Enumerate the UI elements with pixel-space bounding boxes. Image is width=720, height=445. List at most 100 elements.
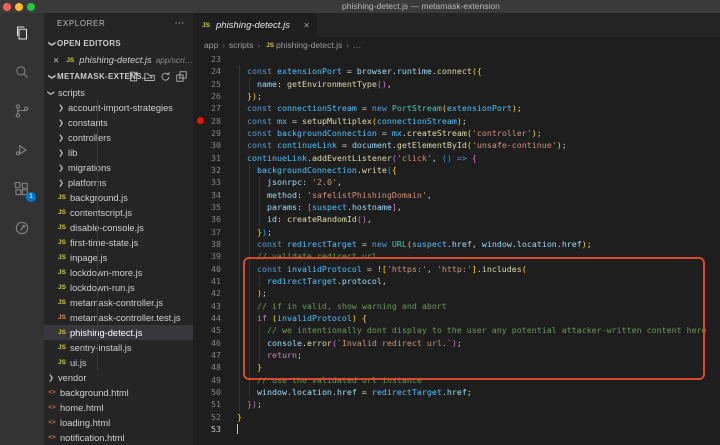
code-line-33[interactable]: 33 jsonrpc: '2.0', <box>193 176 720 188</box>
tree-item-inpage.js[interactable]: JSinpage.js <box>44 250 193 265</box>
line-number[interactable]: 44 <box>193 312 221 324</box>
code-line-50[interactable]: 50 window.location.href = redirectTarget… <box>193 386 720 398</box>
code-line-30[interactable]: 30 const continueLink = document.getElem… <box>193 139 720 151</box>
line-number[interactable]: 24 <box>193 65 221 77</box>
tree-item-lib[interactable]: ❯lib <box>44 145 193 160</box>
tree-item-lockdown-more.js[interactable]: JSlockdown-more.js <box>44 265 193 280</box>
code-line-35[interactable]: 35 params: [suspect.hostname], <box>193 201 720 213</box>
line-number[interactable]: 42 <box>193 287 221 299</box>
code-line-31[interactable]: 31 continueLink.addEventListener('click'… <box>193 152 720 164</box>
refresh-icon[interactable] <box>160 71 171 84</box>
code-line-28[interactable]: 28 const mx = setupMultiplex(connectionS… <box>193 115 720 127</box>
line-number[interactable]: 47 <box>193 349 221 361</box>
line-number[interactable]: 27 <box>193 102 221 114</box>
code-line-51[interactable]: 51 }); <box>193 398 720 410</box>
line-number[interactable]: 49 <box>193 374 221 386</box>
close-editor-icon[interactable]: ✕ <box>53 56 59 65</box>
code-line-39[interactable]: 39 // validate redirect url <box>193 250 720 262</box>
line-number[interactable]: 30 <box>193 139 221 151</box>
line-number[interactable]: 32 <box>193 164 221 176</box>
code-line-49[interactable]: 49 // use the validated url instance <box>193 374 720 386</box>
code-line-36[interactable]: 36 id: createRandomId(), <box>193 213 720 225</box>
code-line-32[interactable]: 32 backgroundConnection.write({ <box>193 164 720 176</box>
code-line-24[interactable]: 24 const extensionPort = browser.runtime… <box>193 65 720 77</box>
code-line-27[interactable]: 27 const connectionStream = new PortStre… <box>193 102 720 114</box>
line-number[interactable]: 53 <box>193 423 221 435</box>
code-line-34[interactable]: 34 method: 'safelistPhishingDomain', <box>193 189 720 201</box>
breadcrumb-item-phishing-detect.js[interactable]: JSphishing-detect.js <box>264 40 342 50</box>
tree-item-account-import-strategies[interactable]: ❯account-import-strategies <box>44 100 193 115</box>
code-line-44[interactable]: 44 if (invalidProtocol) { <box>193 312 720 324</box>
tree-item-notification.html[interactable]: <>notification.html <box>44 430 193 445</box>
line-number[interactable]: 51 <box>193 398 221 410</box>
line-number[interactable]: 50 <box>193 386 221 398</box>
line-number[interactable]: 34 <box>193 189 221 201</box>
code-line-37[interactable]: 37 }); <box>193 226 720 238</box>
workspace-section-header[interactable]: ❯ METAMASK-EXTENS... <box>44 68 193 85</box>
tree-item-metamask-controller.test.js[interactable]: JSmetamask-controller.test.js <box>44 310 193 325</box>
line-number[interactable]: 36 <box>193 213 221 225</box>
tree-item-lockdown-run.js[interactable]: JSlockdown-run.js <box>44 280 193 295</box>
code-line-41[interactable]: 41 redirectTarget.protocol, <box>193 275 720 287</box>
code-line-25[interactable]: 25 name: getEnvironmentType(), <box>193 78 720 90</box>
line-number[interactable]: 43 <box>193 300 221 312</box>
line-number[interactable]: 38 <box>193 238 221 250</box>
tree-item-loading.html[interactable]: <>loading.html <box>44 415 193 430</box>
code-line-52[interactable]: 52} <box>193 411 720 423</box>
code-line-40[interactable]: 40 const invalidProtocol = !['https:', '… <box>193 263 720 275</box>
tree-item-first-time-state.js[interactable]: JSfirst-time-state.js <box>44 235 193 250</box>
code-editor[interactable]: 2324 const extensionPort = browser.runti… <box>193 53 720 445</box>
code-line-38[interactable]: 38 const redirectTarget = new URL(suspec… <box>193 238 720 250</box>
minimize-window-icon[interactable] <box>15 3 23 11</box>
line-number[interactable]: 41 <box>193 275 221 287</box>
tab-phishing-detect[interactable]: JS phishing-detect.js ✕ <box>193 13 317 37</box>
tree-item-home.html[interactable]: <>home.html <box>44 400 193 415</box>
line-number[interactable]: 45 <box>193 324 221 336</box>
code-line-43[interactable]: 43 // if in valid, show warning and abor… <box>193 300 720 312</box>
line-number[interactable]: 25 <box>193 78 221 90</box>
line-number[interactable]: 52 <box>193 411 221 423</box>
breadcrumb-item-app[interactable]: app <box>204 40 218 50</box>
line-number[interactable]: 40 <box>193 263 221 275</box>
code-line-53[interactable]: 53 <box>193 423 720 435</box>
new-file-icon[interactable] <box>128 71 139 84</box>
tree-item-platforms[interactable]: ❯platforms <box>44 175 193 190</box>
tree-item-ui.js[interactable]: JSui.js <box>44 355 193 370</box>
close-window-icon[interactable] <box>3 3 11 11</box>
run-debug-icon[interactable] <box>0 130 44 169</box>
line-number[interactable]: 23 <box>193 53 221 65</box>
zoom-window-icon[interactable] <box>27 3 35 11</box>
open-editor-item[interactable]: ✕ JS phishing-detect.js app/scri… <box>44 52 193 68</box>
line-number[interactable]: 39 <box>193 250 221 262</box>
more-actions-icon[interactable]: ⋯ <box>174 13 185 35</box>
tree-item-controllers[interactable]: ❯controllers <box>44 130 193 145</box>
line-number[interactable]: 48 <box>193 361 221 373</box>
manage-circle-icon[interactable] <box>0 208 44 247</box>
line-number[interactable]: 37 <box>193 226 221 238</box>
tree-item-constants[interactable]: ❯constants <box>44 115 193 130</box>
code-line-23[interactable]: 23 <box>193 53 720 65</box>
search-icon[interactable] <box>0 52 44 91</box>
tree-item-sentry-install.js[interactable]: JSsentry-install.js <box>44 340 193 355</box>
code-line-48[interactable]: 48 } <box>193 361 720 373</box>
line-number[interactable]: 46 <box>193 337 221 349</box>
source-control-icon[interactable] <box>0 91 44 130</box>
line-number[interactable]: 29 <box>193 127 221 139</box>
tree-item-vendor[interactable]: ❯vendor <box>44 370 193 385</box>
code-line-46[interactable]: 46 console.error(`Invalid redirect url.`… <box>193 337 720 349</box>
tree-item-disable-console.js[interactable]: JSdisable-console.js <box>44 220 193 235</box>
files-icon[interactable] <box>0 13 44 52</box>
tree-item-background.html[interactable]: <>background.html <box>44 385 193 400</box>
collapse-all-icon[interactable] <box>176 71 187 84</box>
tree-item-background.js[interactable]: JSbackground.js <box>44 190 193 205</box>
tree-item-metamask-controller.js[interactable]: JSmetamask-controller.js <box>44 295 193 310</box>
code-line-47[interactable]: 47 return; <box>193 349 720 361</box>
close-tab-icon[interactable]: ✕ <box>303 21 310 30</box>
code-line-29[interactable]: 29 const backgroundConnection = mx.creat… <box>193 127 720 139</box>
open-editors-section-header[interactable]: ❯ OPEN EDITORS <box>44 35 193 52</box>
tree-item-contentscript.js[interactable]: JScontentscript.js <box>44 205 193 220</box>
line-number[interactable]: 35 <box>193 201 221 213</box>
line-number[interactable]: 31 <box>193 152 221 164</box>
tree-item-scripts[interactable]: ❯scripts <box>44 85 193 100</box>
code-line-42[interactable]: 42 ); <box>193 287 720 299</box>
